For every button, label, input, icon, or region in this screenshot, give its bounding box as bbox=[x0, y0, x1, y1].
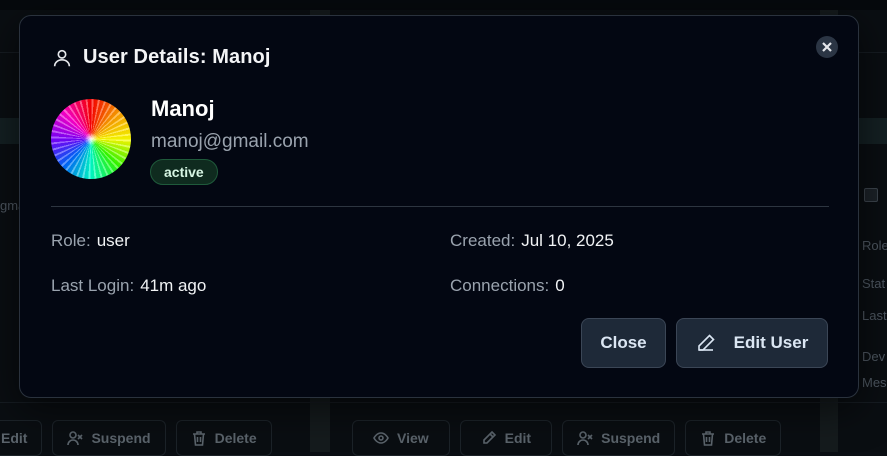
divider bbox=[0, 402, 887, 403]
suspend-button[interactable]: Suspend bbox=[562, 420, 676, 456]
role-value: user bbox=[96, 231, 130, 250]
status-badge: active bbox=[150, 159, 218, 185]
pencil-icon bbox=[697, 334, 715, 351]
modal-title: User Details: Manoj bbox=[83, 46, 271, 68]
close-icon[interactable] bbox=[816, 36, 838, 58]
created-label: Created: bbox=[450, 231, 516, 250]
user-icon bbox=[53, 49, 71, 66]
edit-user-label: Edit User bbox=[733, 333, 809, 352]
user-name: Manoj bbox=[151, 96, 215, 121]
right-card-label: Dev bbox=[862, 349, 886, 364]
middle-card-actions: View Edit Suspend Delete bbox=[352, 420, 782, 456]
role-field: Role: user bbox=[51, 231, 130, 251]
avatar bbox=[51, 99, 131, 179]
trash-icon bbox=[192, 431, 205, 446]
delete-button[interactable]: Delete bbox=[685, 420, 782, 456]
created-value: Jul 10, 2025 bbox=[521, 231, 614, 250]
user-x-icon bbox=[67, 431, 84, 446]
user-details-modal: User Details: Manoj Manoj manoj@gmail.co… bbox=[19, 15, 859, 398]
x-icon bbox=[822, 42, 832, 52]
last-login-value: 41m ago bbox=[140, 276, 207, 295]
role-label: Role: bbox=[51, 231, 91, 250]
view-button[interactable]: View bbox=[352, 420, 450, 456]
eye-icon bbox=[373, 432, 389, 444]
last-login-field: Last Login: 41m ago bbox=[51, 276, 206, 296]
right-card-label: Mes bbox=[862, 375, 887, 390]
edit-user-button[interactable]: Edit User bbox=[676, 318, 828, 368]
left-card-actions: Edit Suspend Delete bbox=[0, 420, 272, 456]
close-button[interactable]: Close bbox=[581, 318, 666, 368]
delete-button[interactable]: Delete bbox=[175, 420, 272, 456]
select-checkbox[interactable] bbox=[864, 188, 878, 202]
edit-button[interactable]: Edit bbox=[0, 420, 43, 456]
right-card-label: Role bbox=[862, 238, 887, 253]
connections-field: Connections: 0 bbox=[450, 276, 565, 296]
top-bar bbox=[0, 0, 887, 10]
trash-icon bbox=[702, 431, 715, 446]
modal-header: User Details: Manoj bbox=[51, 46, 271, 69]
card-header-band bbox=[858, 118, 887, 144]
connections-label: Connections: bbox=[450, 276, 550, 295]
edit-button[interactable]: Edit bbox=[459, 420, 553, 456]
connections-value: 0 bbox=[555, 276, 565, 295]
last-login-label: Last Login: bbox=[51, 276, 135, 295]
card-header-band bbox=[0, 118, 20, 144]
right-card-label: Last bbox=[862, 308, 887, 323]
suspend-button[interactable]: Suspend bbox=[52, 420, 166, 456]
pencil-icon bbox=[482, 430, 496, 444]
divider bbox=[51, 206, 829, 207]
right-card-label: Stat bbox=[862, 276, 886, 291]
user-x-icon bbox=[577, 431, 593, 446]
user-email: manoj@gmail.com bbox=[151, 131, 309, 152]
created-field: Created: Jul 10, 2025 bbox=[450, 231, 614, 251]
